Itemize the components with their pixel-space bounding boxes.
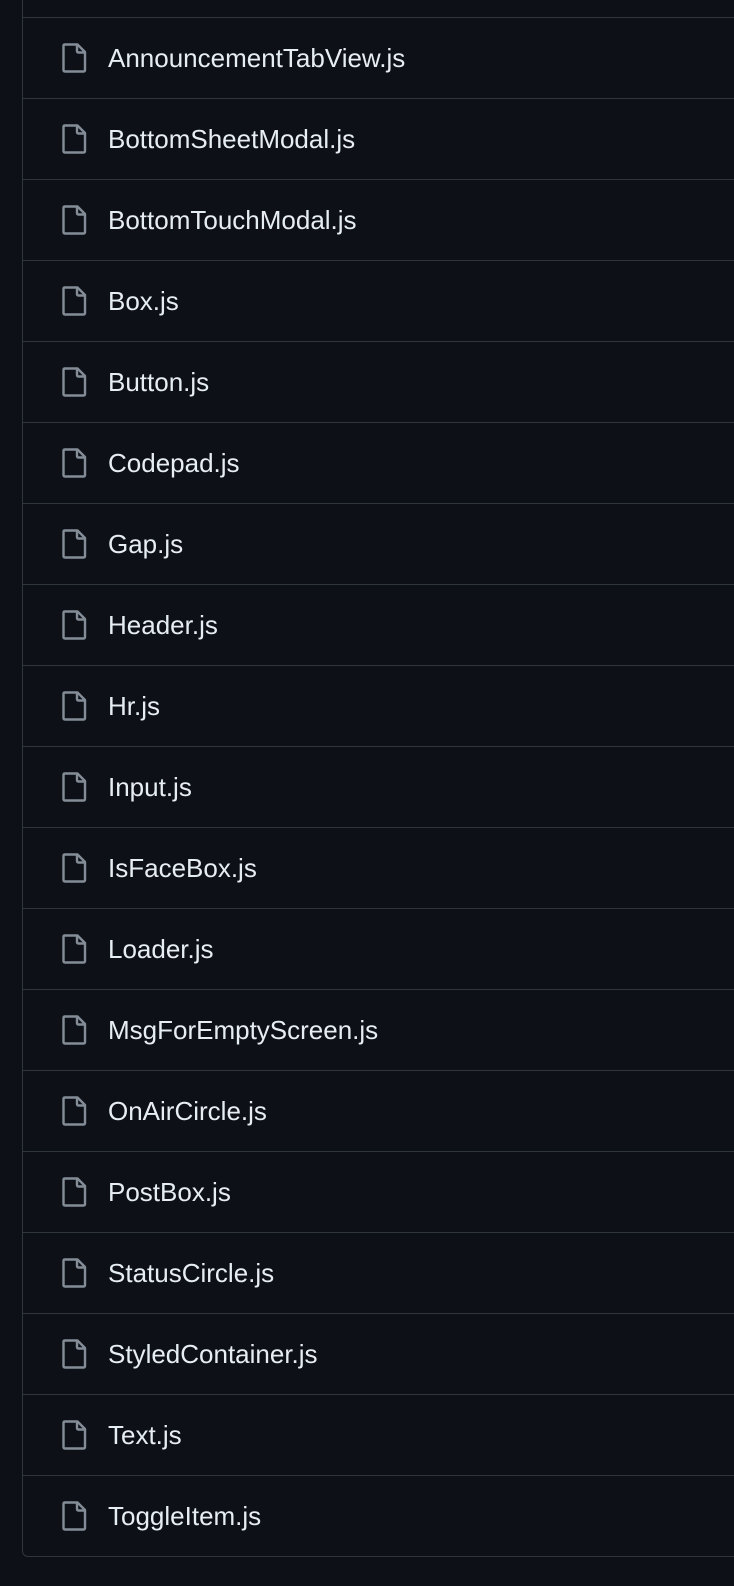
file-row[interactable]: StyledContainer.js — [23, 1313, 734, 1394]
file-row[interactable]: Header.js — [23, 584, 734, 665]
file-icon — [61, 690, 87, 722]
file-name-link[interactable]: StatusCircle.js — [108, 1233, 274, 1314]
file-icon — [61, 366, 87, 398]
file-name-link[interactable]: StyledContainer.js — [108, 1314, 318, 1395]
file-row[interactable]: MsgForEmptyScreen.js — [23, 989, 734, 1070]
file-row[interactable]: Input.js — [23, 746, 734, 827]
file-name-link[interactable]: Codepad.js — [108, 423, 240, 504]
file-row[interactable]: PostBox.js — [23, 1151, 734, 1232]
file-icon — [61, 1500, 87, 1532]
file-row[interactable]: Codepad.js — [23, 422, 734, 503]
file-icon — [61, 204, 87, 236]
file-icon — [61, 1176, 87, 1208]
file-name-link[interactable]: Gap.js — [108, 504, 183, 585]
file-name-link[interactable]: Input.js — [108, 747, 192, 828]
file-row[interactable]: Box.js — [23, 260, 734, 341]
file-name-link[interactable]: AnnouncementTabView.js — [108, 18, 405, 99]
file-row[interactable]: IsFaceBox.js — [23, 827, 734, 908]
file-name-link[interactable]: BottomSheetModal.js — [108, 99, 355, 180]
file-row[interactable]: Button.js — [23, 341, 734, 422]
file-icon — [61, 1014, 87, 1046]
file-row[interactable]: AnnouncementTabView.js — [23, 17, 734, 98]
file-icon — [61, 771, 87, 803]
file-icon — [61, 609, 87, 641]
file-icon — [61, 123, 87, 155]
file-row[interactable]: Hr.js — [23, 665, 734, 746]
file-row[interactable]: OnAirCircle.js — [23, 1070, 734, 1151]
file-list-panel: AnnouncementTabView.js BottomSheetModal.… — [22, 0, 734, 1557]
file-name-link[interactable]: Button.js — [108, 342, 209, 423]
file-row[interactable]: Text.js — [23, 1394, 734, 1475]
file-name-link[interactable]: Box.js — [108, 261, 179, 342]
file-icon — [61, 42, 87, 74]
file-name-link[interactable]: Hr.js — [108, 666, 160, 747]
file-icon — [61, 1257, 87, 1289]
file-icon — [61, 285, 87, 317]
file-row[interactable]: StatusCircle.js — [23, 1232, 734, 1313]
file-row[interactable]: BottomTouchModal.js — [23, 179, 734, 260]
file-icon — [61, 1419, 87, 1451]
file-name-link[interactable]: Loader.js — [108, 909, 214, 990]
file-row[interactable]: ToggleItem.js — [23, 1475, 734, 1556]
file-name-link[interactable]: Header.js — [108, 585, 218, 666]
file-name-link[interactable]: BottomTouchModal.js — [108, 180, 357, 261]
file-list: AnnouncementTabView.js BottomSheetModal.… — [23, 17, 734, 1556]
file-name-link[interactable]: PostBox.js — [108, 1152, 231, 1233]
file-name-link[interactable]: Text.js — [108, 1395, 182, 1476]
file-name-link[interactable]: MsgForEmptyScreen.js — [108, 990, 378, 1071]
file-row[interactable]: BottomSheetModal.js — [23, 98, 734, 179]
file-icon — [61, 528, 87, 560]
file-icon — [61, 933, 87, 965]
file-icon — [61, 1338, 87, 1370]
file-row[interactable]: Gap.js — [23, 503, 734, 584]
file-row[interactable]: Loader.js — [23, 908, 734, 989]
file-icon — [61, 1095, 87, 1127]
file-name-link[interactable]: OnAirCircle.js — [108, 1071, 267, 1152]
file-icon — [61, 852, 87, 884]
file-name-link[interactable]: ToggleItem.js — [108, 1476, 261, 1556]
file-icon — [61, 447, 87, 479]
file-name-link[interactable]: IsFaceBox.js — [108, 828, 257, 909]
